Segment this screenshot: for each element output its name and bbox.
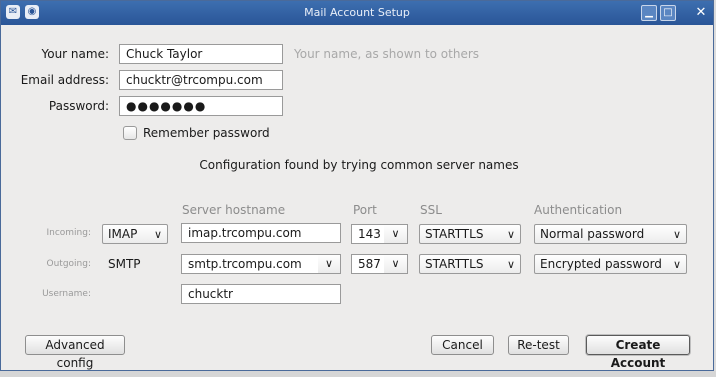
incoming-ssl-select[interactable]: STARTTLS ∨ xyxy=(419,224,521,244)
port-header: Port xyxy=(353,203,377,217)
outgoing-hostname-field[interactable]: smtp.trcompu.com xyxy=(181,254,319,274)
authentication-header: Authentication xyxy=(534,203,623,217)
email-address-label: Email address: xyxy=(20,73,109,87)
incoming-port-dropdown-icon[interactable]: ∨ xyxy=(384,224,408,244)
outgoing-ssl-select[interactable]: STARTTLS ∨ xyxy=(419,254,521,274)
desktop-background xyxy=(0,371,716,377)
incoming-port-field[interactable]: 143 xyxy=(351,224,385,244)
outgoing-port-dropdown-icon[interactable]: ∨ xyxy=(384,254,408,274)
remember-password-checkbox[interactable] xyxy=(123,126,137,140)
close-icon[interactable]: ✕ xyxy=(693,5,709,21)
outgoing-ssl-value: STARTTLS xyxy=(425,257,484,271)
maximize-icon[interactable]: □ xyxy=(660,5,676,21)
outgoing-protocol: SMTP xyxy=(108,257,141,271)
chevron-down-icon: ∨ xyxy=(506,258,515,271)
chevron-down-icon: ∨ xyxy=(506,228,515,241)
username-field[interactable]: chucktr xyxy=(181,284,341,304)
incoming-label: Incoming: xyxy=(46,228,91,238)
server-hostname-header: Server hostname xyxy=(182,203,286,217)
password-label: Password: xyxy=(48,99,109,113)
incoming-ssl-value: STARTTLS xyxy=(425,227,484,241)
incoming-protocol-value: IMAP xyxy=(108,227,138,241)
outgoing-hostname-dropdown-icon[interactable]: ∨ xyxy=(318,254,341,274)
ssl-header: SSL xyxy=(420,203,442,217)
incoming-hostname-field[interactable]: imap.trcompu.com xyxy=(181,223,341,243)
window-title: Mail Account Setup xyxy=(304,6,410,19)
chevron-down-icon: ∨ xyxy=(672,258,681,271)
outgoing-auth-value: Encrypted password xyxy=(540,257,662,271)
create-account-button[interactable]: Create Account xyxy=(586,335,690,370)
incoming-auth-value: Normal password xyxy=(540,227,645,241)
incoming-auth-select[interactable]: Normal password ∨ xyxy=(534,224,687,244)
your-name-field[interactable]: Chuck Taylor xyxy=(119,44,283,64)
incoming-protocol-select[interactable]: IMAP ∨ xyxy=(102,224,168,244)
outgoing-label: Outgoing: xyxy=(46,259,92,269)
email-field[interactable]: chucktr@trcompu.com xyxy=(119,70,283,90)
username-label: Username: xyxy=(42,289,91,299)
advanced-config-button[interactable]: Advanced config xyxy=(25,335,125,370)
chevron-down-icon: ∨ xyxy=(153,228,162,241)
remember-password-label[interactable]: Remember password xyxy=(143,126,270,140)
retest-button[interactable]: Re-test xyxy=(508,335,569,355)
config-status-text: Configuration found by trying common ser… xyxy=(199,158,519,172)
outgoing-port-field[interactable]: 587 xyxy=(351,254,385,274)
minimize-icon[interactable]: ▁ xyxy=(641,5,657,21)
outgoing-auth-select[interactable]: Encrypted password ∨ xyxy=(534,254,687,274)
your-name-hint: Your name, as shown to others xyxy=(294,47,480,61)
cancel-button[interactable]: Cancel xyxy=(431,335,494,355)
password-field[interactable]: ●●●●●●● xyxy=(119,96,283,116)
chevron-down-icon: ∨ xyxy=(672,228,681,241)
titlebar[interactable]: ✉ ◉ Mail Account Setup ▁ □ ✕ xyxy=(1,1,713,25)
your-name-label: Your name: xyxy=(41,47,109,61)
mail-account-setup-window: ✉ ◉ Mail Account Setup ▁ □ ✕ Your name: … xyxy=(0,0,714,371)
